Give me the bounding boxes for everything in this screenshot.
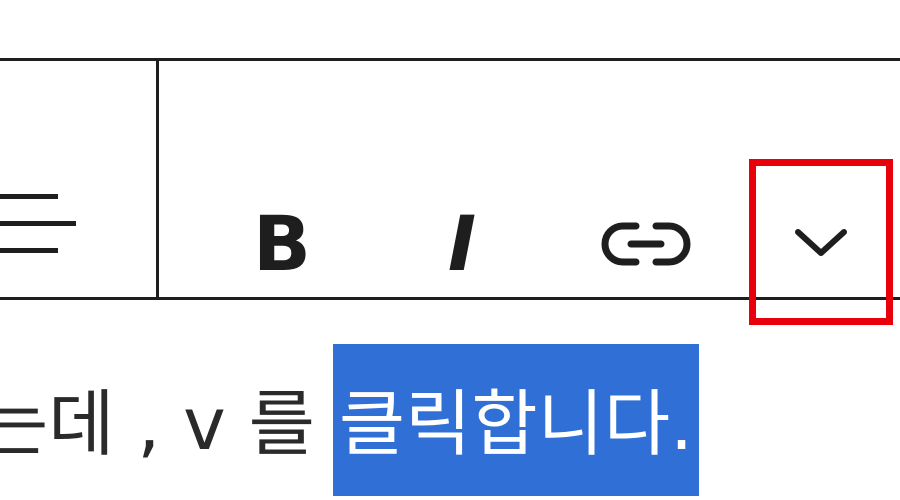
selected-text[interactable]: 클릭합니다. [332, 344, 699, 496]
link-icon [601, 222, 691, 266]
chevron-down-icon [795, 229, 847, 256]
block-toolbar: B I [0, 58, 900, 325]
toolbar-divider [156, 61, 159, 297]
align-button[interactable] [0, 181, 80, 271]
italic-label: I [447, 199, 477, 288]
bold-label: B [253, 199, 311, 288]
more-options-button[interactable] [749, 159, 893, 325]
link-button[interactable] [596, 199, 696, 289]
paragraph-line[interactable]: 는데 , v 를 클릭합니다. [0, 344, 699, 500]
bold-button[interactable]: B [232, 189, 332, 299]
paragraph-text: 는데 , v 를 [0, 382, 315, 466]
italic-button[interactable]: I [412, 189, 512, 299]
align-left-icon [0, 194, 76, 253]
